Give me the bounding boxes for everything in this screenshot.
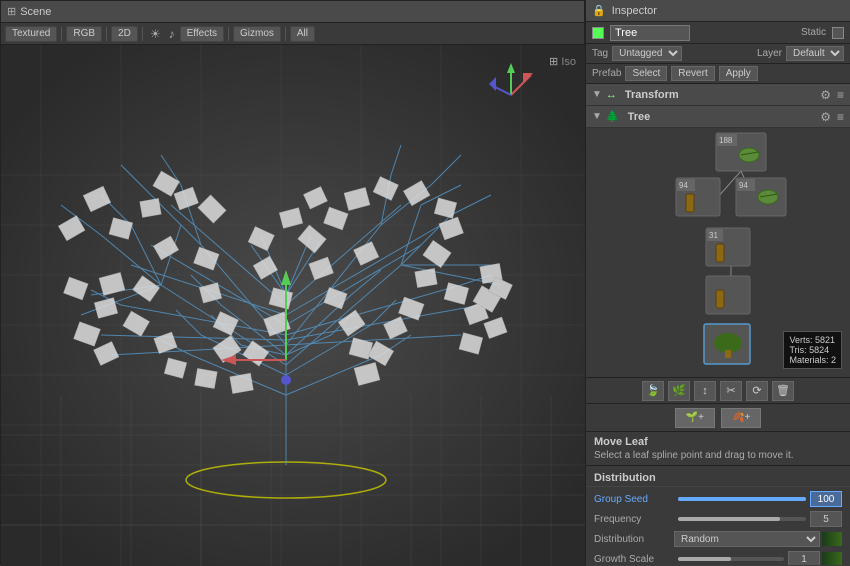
separator [285,27,286,41]
separator [228,27,229,41]
distribution-title: Distribution [586,470,850,487]
tree-title: Tree [628,111,651,123]
frequency-label: Frequency [594,514,674,525]
apply-btn[interactable]: Apply [719,66,758,81]
frequency-value[interactable] [810,511,842,527]
transform-icon: ↔ [606,89,617,101]
layer-dropdown[interactable]: Default [786,46,844,61]
action-btn-1[interactable]: 🌱+ [675,408,715,428]
tool-4[interactable]: ✂ [720,381,742,401]
add-leaves-btn[interactable]: 🍃 [642,381,664,401]
tree-tool-row: 🍃 🌿 ↕ ✂ ⟳ 🗑 [586,378,850,404]
tree-thumbnails: 188 94 94 31 [586,128,850,378]
viewport[interactable]: ⊞ Iso [1,45,586,566]
svg-text:94: 94 [679,181,688,190]
static-label: Static [801,27,826,38]
distribution-row: Distribution Random [586,529,850,549]
view-btn[interactable]: 2D [111,26,138,42]
static-checkbox[interactable] [832,27,844,39]
distribution-dropdown[interactable]: Random [674,531,820,547]
svg-text:31: 31 [709,231,718,240]
scene-titlebar: ⊞ Scene [1,1,584,23]
distribution-color-bar [822,532,842,546]
tree-header: ▼ 🌲 Tree ⚙ ≡ [586,106,850,128]
tag-label: Tag [592,48,608,59]
inspector-title: Inspector [612,5,657,17]
object-name-input[interactable] [610,25,690,41]
lock-icon[interactable]: 🔒 [592,4,606,17]
audio-icon[interactable]: ♪ [166,27,178,41]
scene-title: Scene [20,6,51,18]
distribution-label: Distribution [594,534,674,545]
tool-5[interactable]: ⟳ [746,381,768,401]
transform-header: ▼ ↔ Transform ⚙ ≡ [586,84,850,106]
tag-dropdown[interactable]: Untagged [612,46,682,61]
trash-icon[interactable]: 🗑 [772,381,794,401]
gizmos-dropdown[interactable]: Gizmos [233,26,281,42]
growth-scale-slider[interactable] [678,557,784,561]
group-seed-slider[interactable] [678,497,806,501]
add-branch-btn[interactable]: 🌿 [668,381,690,401]
action-btn-2[interactable]: 🍂+ [721,408,761,428]
separator [106,27,107,41]
svg-text:188: 188 [719,136,733,145]
tris-text: Tris: 5824 [789,345,836,355]
move-leaf-section: Move Leaf Select a leaf spline point and… [586,432,850,466]
scene-panel: ⊞ Scene Textured RGB 2D ☀ ♪ Effects Gizm… [0,0,585,565]
transform-title: Transform [625,89,679,101]
growth-scale-color-bar [822,552,842,565]
tag-layer-row: Tag Untagged Layer Default [586,44,850,64]
tree-context-icon[interactable]: ≡ [837,110,844,124]
separator [142,27,143,41]
growth-scale-value[interactable] [788,551,820,565]
tree-gear-icon[interactable]: ⚙ [820,110,831,124]
materials-text: Materials: 2 [789,355,836,365]
prefab-label: Prefab [592,68,621,79]
action-btn-row: 🌱+ 🍂+ [586,404,850,432]
layers-dropdown[interactable]: All [290,26,315,42]
iso-label: ⊞ Iso [549,55,576,68]
verts-info: Verts: 5821 Tris: 5824 Materials: 2 [783,331,842,369]
inspector-panel: 🔒 Inspector Static Tag Untagged Layer De… [585,0,850,565]
group-seed-label: Group Seed [594,494,674,505]
move-leaf-desc: Select a leaf spline point and drag to m… [594,450,842,461]
scene-toolbar: Textured RGB 2D ☀ ♪ Effects Gizmos All [1,23,584,45]
object-enabled-checkbox[interactable] [592,27,604,39]
revert-btn[interactable]: Revert [671,66,714,81]
growth-scale-row: Growth Scale [586,549,850,565]
tree-arrow[interactable]: ▼ [592,111,602,122]
group-seed-value[interactable] [810,491,842,507]
group-seed-row: Group Seed [586,489,850,509]
transform-arrow[interactable]: ▼ [592,89,602,100]
tool-3[interactable]: ↕ [694,381,716,401]
shading-dropdown[interactable]: Textured [5,26,57,42]
color-dropdown[interactable]: RGB [66,26,102,42]
frequency-slider[interactable] [678,517,806,521]
sun-icon[interactable]: ☀ [147,27,164,41]
object-header: Static [586,22,850,44]
frequency-row: Frequency [586,509,850,529]
prefab-row: Prefab Select Revert Apply [586,64,850,84]
inspector-titlebar: 🔒 Inspector [586,0,850,22]
verts-text: Verts: 5821 [789,335,836,345]
growth-scale-label: Growth Scale [594,554,674,565]
grid-svg [1,45,586,566]
select-btn[interactable]: Select [625,66,667,81]
effects-dropdown[interactable]: Effects [180,26,224,42]
separator [61,27,62,41]
gear-icon[interactable]: ⚙ [820,88,831,102]
context-icon[interactable]: ≡ [837,88,844,102]
layer-label: Layer [757,48,782,59]
tree-icon: 🌲 [606,110,620,123]
distribution-section: Distribution Group Seed Frequency Distri… [586,466,850,565]
svg-text:94: 94 [739,181,748,190]
move-leaf-title: Move Leaf [594,436,842,448]
